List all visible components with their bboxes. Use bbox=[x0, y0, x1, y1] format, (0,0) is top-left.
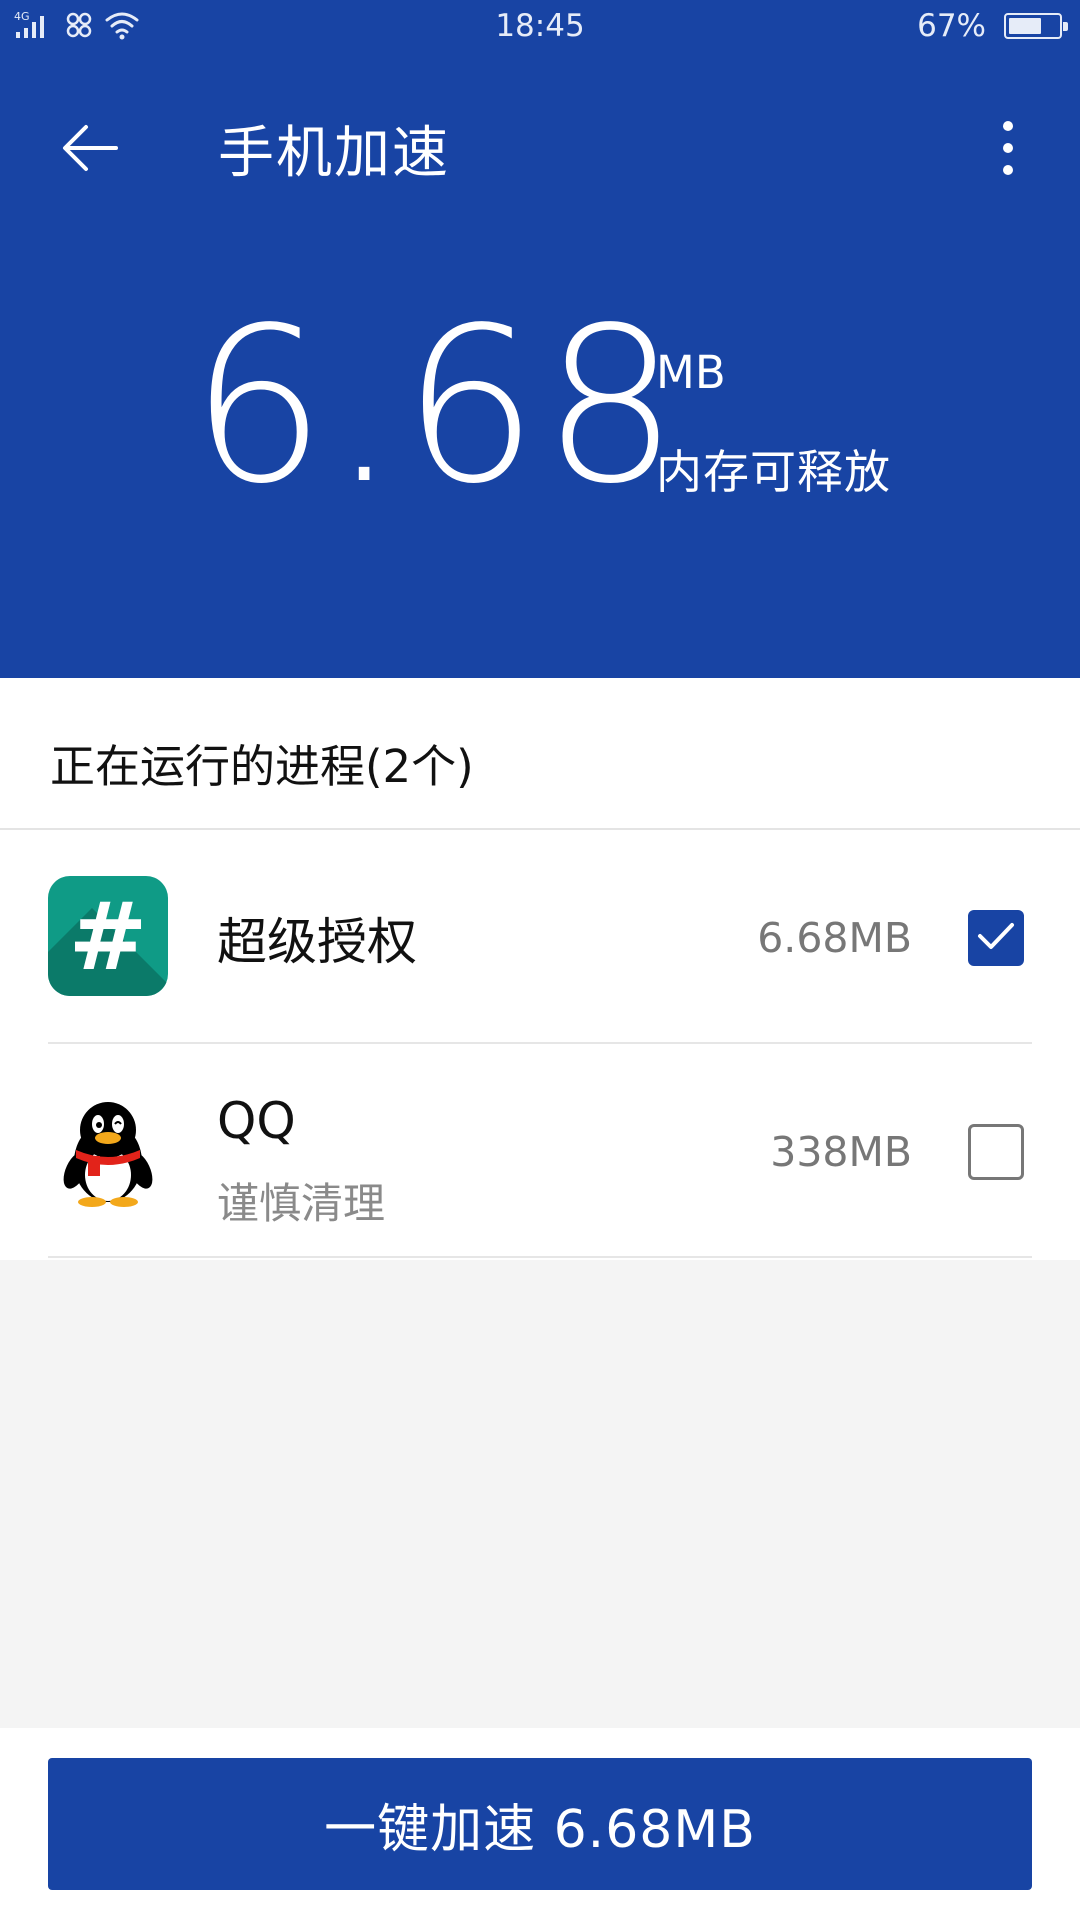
amount-unit: MB bbox=[656, 346, 726, 399]
process-warning: 谨慎清理 bbox=[217, 1179, 386, 1228]
status-bar: 4G 18:45 67% bbox=[0, 0, 1080, 58]
app-bar: 手机加速 bbox=[0, 80, 1080, 200]
releasable-amount: 6.68 bbox=[190, 282, 683, 531]
releasable-label: 内存可释放 bbox=[656, 445, 891, 499]
process-name: 超级授权 bbox=[217, 913, 417, 971]
battery-percent: 67% bbox=[917, 8, 986, 44]
battery-fill bbox=[1009, 18, 1041, 34]
more-vertical-icon bbox=[1002, 120, 1014, 180]
process-list-card: 正在运行的进程(2个) # 超级授权 6.68MB QQ 谨慎清理 338MB bbox=[0, 678, 1080, 1260]
superuser-hash-icon: # bbox=[48, 876, 168, 996]
page-title: 手机加速 bbox=[218, 121, 450, 186]
arrow-left-icon bbox=[60, 123, 120, 177]
list-item[interactable]: QQ 谨慎清理 338MB bbox=[0, 1044, 1080, 1258]
process-checkbox[interactable] bbox=[968, 1124, 1024, 1180]
battery-icon bbox=[1004, 13, 1068, 39]
process-size: 6.68MB bbox=[757, 914, 912, 962]
battery-nub bbox=[1063, 22, 1068, 31]
back-button[interactable] bbox=[42, 102, 138, 198]
bottom-bar: 一键加速 6.68MB bbox=[0, 1728, 1080, 1920]
process-size: 338MB bbox=[770, 1128, 912, 1176]
qq-penguin-icon bbox=[48, 1090, 168, 1210]
section-title: 正在运行的进程(2个) bbox=[50, 740, 474, 793]
process-name: QQ bbox=[217, 1092, 296, 1150]
checkmark-icon bbox=[976, 920, 1016, 956]
process-checkbox[interactable] bbox=[968, 910, 1024, 966]
speed-up-button[interactable]: 一键加速 6.68MB bbox=[48, 1758, 1032, 1890]
divider bbox=[48, 1256, 1032, 1258]
list-item[interactable]: # 超级授权 6.68MB bbox=[0, 830, 1080, 1044]
header-panel: 4G 18:45 67% 手机加速 6.68 MB 内存可释放 bbox=[0, 0, 1080, 678]
more-options-button[interactable] bbox=[960, 102, 1056, 198]
